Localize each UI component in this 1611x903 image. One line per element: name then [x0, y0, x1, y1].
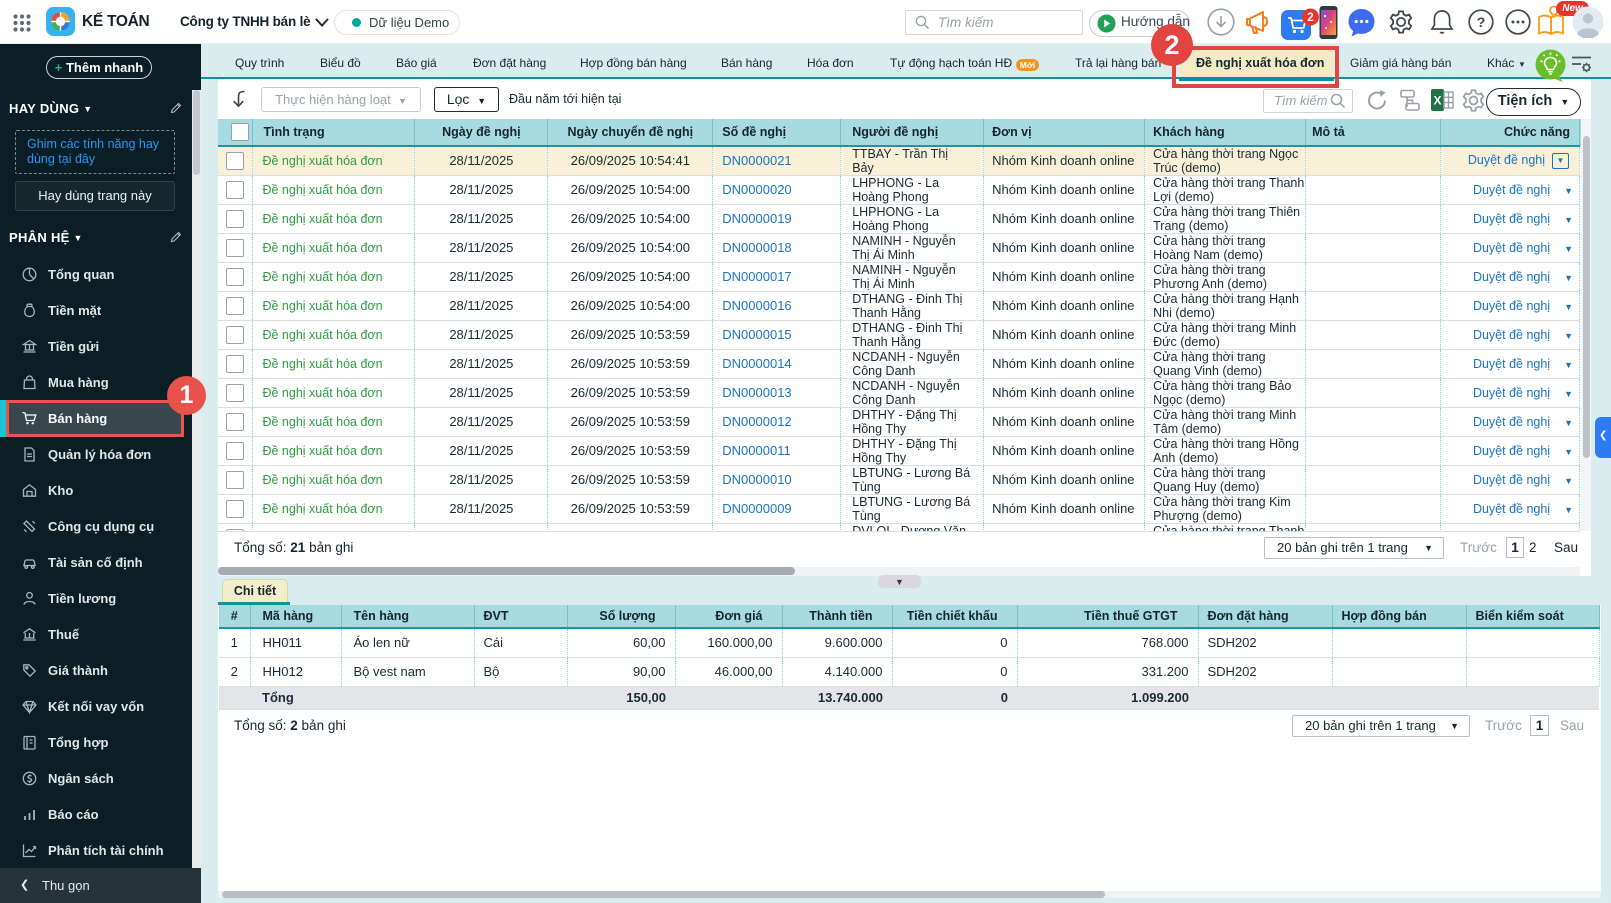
svg-text:2: 2 — [1307, 10, 1314, 24]
svg-text:?: ? — [1477, 14, 1486, 30]
svg-text:X: X — [1433, 94, 1441, 108]
